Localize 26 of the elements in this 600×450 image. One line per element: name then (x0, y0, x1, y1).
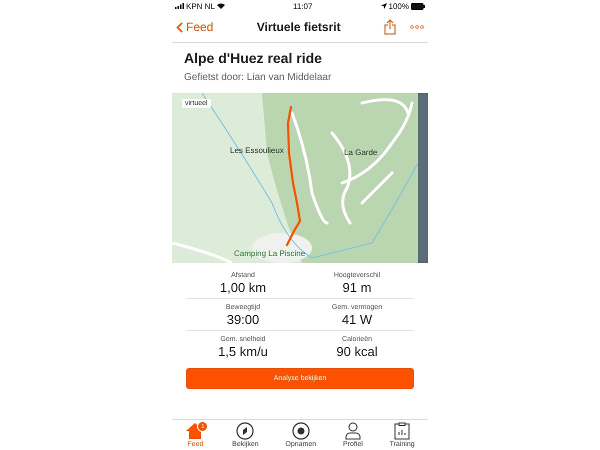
stat-value: 1,00 km (220, 280, 266, 295)
record-icon (292, 422, 310, 440)
clock-time: 11:07 (293, 2, 312, 10)
stat-value: 39:00 (226, 312, 260, 327)
battery-icon (411, 2, 425, 10)
map-label: La Garde (344, 148, 378, 157)
screen-title: Virtuele fietsrit (256, 20, 341, 34)
location-icon (380, 3, 387, 9)
battery-percentage: 100% (388, 2, 409, 10)
wifi-icon (216, 3, 225, 9)
person-icon (344, 422, 362, 440)
stat-value: 41 W (342, 312, 372, 327)
stat-value: 91 m (342, 280, 372, 295)
map-label: Les Essoulieux (230, 146, 284, 155)
stat-value: 90 kcal (336, 344, 378, 359)
clipboard-icon (394, 422, 410, 440)
compass-icon (236, 422, 254, 440)
signal-icon (175, 3, 184, 9)
athlete-name: Gefietst door: Lian van Middelaar (184, 72, 332, 83)
activity-title: Alpe d'Huez real ride (184, 50, 323, 66)
more-icon[interactable] (410, 25, 424, 29)
stat-value: 1,5 km/u (218, 344, 268, 359)
carrier-name: KPN NL (186, 2, 215, 10)
map-label: Camping La Piscine (234, 249, 306, 258)
chevron-left-icon (176, 22, 183, 32)
share-icon[interactable] (384, 19, 396, 35)
